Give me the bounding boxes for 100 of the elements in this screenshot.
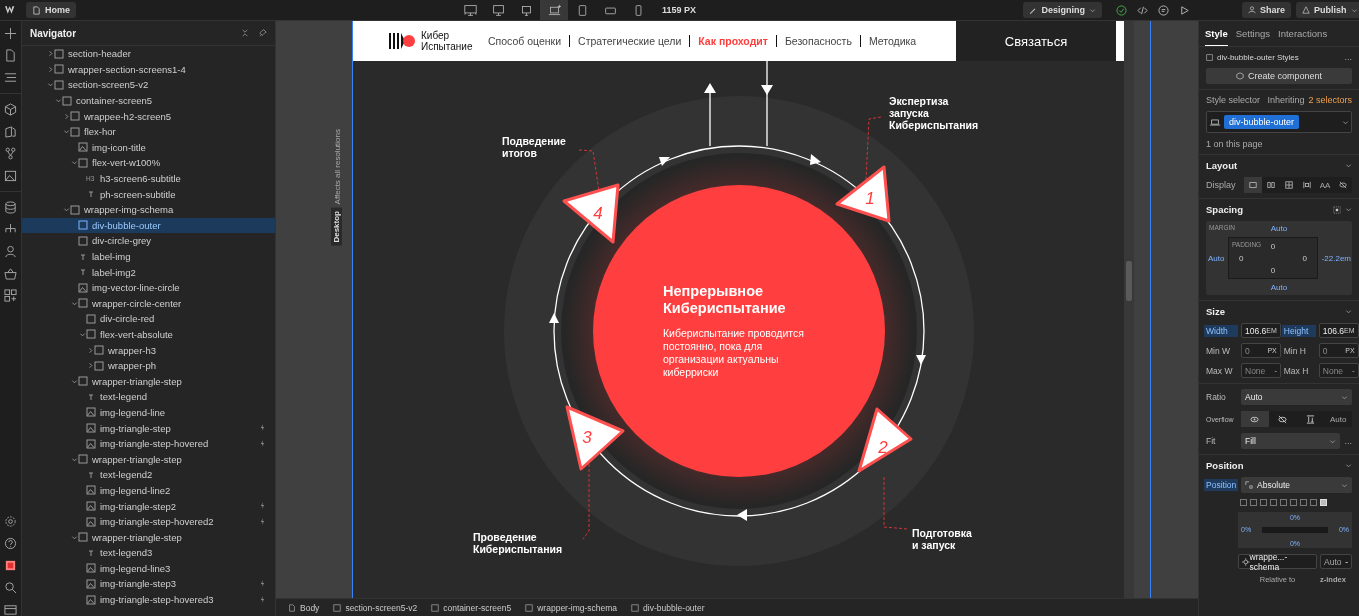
page-icon[interactable] [4,49,17,62]
step-triangle[interactable] [857,407,913,473]
panel-tab[interactable]: Settings [1235,21,1271,46]
navigator-item[interactable]: text-legend [22,389,275,405]
mode-dropdown[interactable]: Designing [1023,2,1102,18]
navigator-item[interactable]: img-icon-title [22,139,275,156]
chevron-icon[interactable] [86,346,94,354]
image-icon[interactable] [4,169,17,182]
margin-left[interactable]: Auto [1208,254,1225,263]
navigator-item[interactable]: img-triangle-step-hovered [22,435,275,452]
overflow-option[interactable] [1241,411,1269,427]
layers-icon[interactable] [4,125,17,138]
cube-icon[interactable] [4,103,17,116]
nav-link[interactable]: Способ оценки [480,35,570,47]
nav-link[interactable]: Стратегические цели [569,35,690,47]
navigator-item[interactable]: wrapper-triangle-step [22,529,275,545]
navigator-item[interactable]: img-triangle-step [22,420,275,436]
navigator-item[interactable]: img-legend-line3 [22,560,275,577]
breadcrumb[interactable]: Body [284,602,324,613]
navigator-item[interactable]: img-legend-line2 [22,482,275,499]
panel-tab[interactable]: Style [1205,21,1228,46]
style-selector-field[interactable]: div-bubble-outer [1206,111,1352,133]
section-title[interactable]: Layout [1206,160,1341,171]
navigator-item[interactable]: wrapper-ph [22,357,275,374]
check-icon[interactable] [1116,4,1127,16]
margin-right[interactable]: -22.2em [1321,254,1351,263]
navigator-item[interactable]: div-bubble-outer [22,217,275,234]
navigator-item[interactable]: wrapper-section-screens1-4 [22,61,275,78]
nav-link[interactable]: Как проходит [689,35,776,47]
breadcrumb[interactable]: div-bubble-outer [627,602,709,613]
padding-left[interactable]: 0 [1239,254,1244,263]
spacing-icon[interactable] [1333,205,1341,214]
navigator-item[interactable]: section-screen5-v2 [22,77,275,93]
create-component-button[interactable]: Create component [1206,68,1352,84]
share-button[interactable]: Share [1242,2,1291,18]
navigator-item[interactable]: wrapper-triangle-step [22,373,275,390]
collapse-icon[interactable] [241,29,249,37]
chevron-icon[interactable] [62,206,70,214]
section-title[interactable]: Spacing [1206,204,1329,215]
navigator-item[interactable]: container-screen5 [22,92,275,109]
chevron-icon[interactable] [54,97,62,105]
navigator-item[interactable]: label-img [22,248,275,265]
navigator-item[interactable]: img-triangle-step-hovered2 [22,513,275,530]
class-chip[interactable]: div-bubble-outer [1224,115,1300,129]
chevron-icon[interactable] [46,50,54,58]
breadcrumb[interactable]: section-screen5-v2 [329,602,422,613]
home-page-button[interactable]: Home [26,2,76,18]
chevron-icon[interactable] [62,128,70,136]
position-preset[interactable] [1250,499,1257,506]
chevron-icon[interactable] [70,299,78,307]
padding-top[interactable]: 0 [1270,242,1276,251]
navigator-item[interactable]: ph-screen-subtitle [22,186,275,202]
navigator-item[interactable]: flex-hor [22,123,275,140]
ratio-dropdown[interactable]: Auto [1241,389,1352,405]
publish-button[interactable]: Publish [1296,2,1359,18]
navigator-item[interactable]: img-triangle-step2 [22,498,275,514]
navigator-item[interactable]: wrapper-img-schema [22,201,275,218]
position-preset[interactable] [1270,499,1277,506]
display-option[interactable] [1244,177,1262,193]
relative-to-field[interactable]: wrappe...-schema [1238,554,1317,569]
contact-button[interactable]: Связаться [956,21,1116,61]
more-options[interactable]: ... [1344,52,1352,62]
position-preset[interactable] [1300,499,1307,506]
menu-icon[interactable] [4,71,17,84]
position-preset[interactable] [1310,499,1317,506]
navigator-item[interactable]: wrappee-h2-screen5 [22,108,275,124]
play-icon[interactable] [1179,4,1190,16]
nodes-icon[interactable] [4,147,17,160]
position-preset[interactable] [1240,499,1247,506]
margin-bottom[interactable]: Auto [1270,283,1288,292]
navigator-item[interactable]: img-legend-line [22,404,275,421]
step-triangle[interactable] [835,165,891,223]
chevron-icon[interactable] [70,377,78,385]
user-icon[interactable] [4,245,17,258]
navigator-item[interactable]: img-vector-line-circle [22,279,275,296]
navigator-item[interactable]: section-header [22,46,275,62]
section-title[interactable]: Position [1206,460,1341,471]
navigator-item[interactable]: img-triangle-step-hovered3 [22,591,275,608]
fit-dropdown[interactable]: Fill [1241,433,1341,449]
chevron-icon[interactable] [70,533,78,541]
section-title[interactable]: Size [1206,306,1341,317]
code-icon[interactable] [1137,4,1148,16]
database-icon[interactable] [4,201,17,214]
chevron-icon[interactable] [70,455,78,463]
navigator-item[interactable]: flex-vert-w100% [22,155,275,171]
record-icon[interactable] [4,559,17,572]
help-icon[interactable] [4,537,17,550]
navigator-item[interactable]: img-triangle-step3 [22,576,275,592]
search-icon[interactable] [4,581,17,594]
inheriting-link[interactable]: 2 selectors [1308,95,1352,105]
video-icon[interactable] [4,603,17,616]
margin-top[interactable]: Auto [1270,224,1288,233]
comment-icon[interactable] [1158,4,1169,16]
settings-icon[interactable] [4,515,17,528]
position-preset[interactable] [1260,499,1267,506]
nav-link[interactable]: Безопасность [775,35,860,47]
navigator-item[interactable]: label-img2 [22,264,275,280]
padding-right[interactable]: 0 [1302,254,1307,263]
pin-icon[interactable] [259,29,267,37]
navigator-item[interactable]: wrapper-h3 [22,342,275,358]
